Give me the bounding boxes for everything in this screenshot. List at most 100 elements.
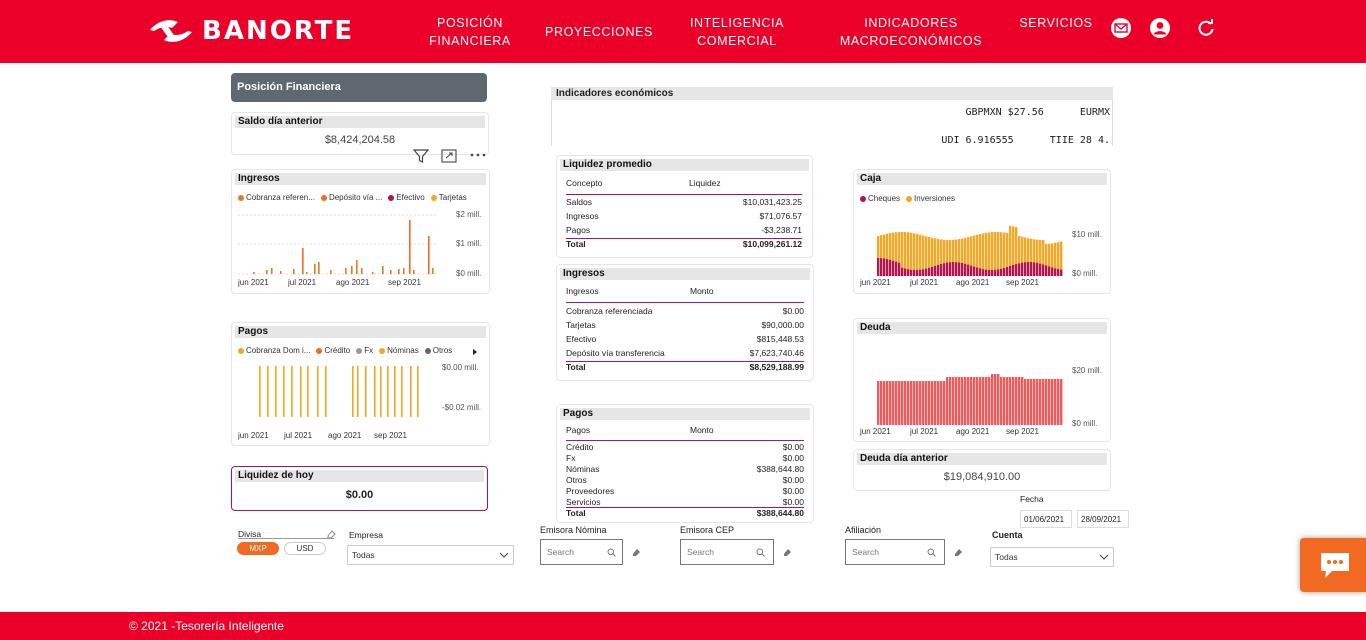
legend-item[interactable]: Inversiones [906,194,955,203]
bar-deuda [886,381,889,425]
bar-inversiones [910,232,913,270]
legend-item[interactable]: Cobranza Dom i... [238,346,310,355]
nav-servicios[interactable]: SERVICIOS [1014,14,1098,32]
deuda-chart-card: Deuda $20 mill. $0 mill. jun 2021 jul 20… [853,318,1111,442]
bar-inversiones [889,233,892,260]
bar-cheques [931,266,934,276]
bar-deuda [904,381,907,425]
bar-deuda [925,381,928,425]
x-tick: jun 2021 [860,278,891,287]
nav-inteligencia-comercial[interactable]: INTELIGENCIA COMERCIAL [682,14,792,50]
emisora-cep-search-input[interactable]: Search [680,539,774,565]
bar-cheques [1012,264,1015,276]
table-cell: Total [566,508,586,518]
legend-item[interactable]: Depósito vía ... [320,193,382,202]
divisa-option-mxp[interactable]: MXP [237,542,279,555]
bar-inversiones [1003,232,1006,268]
eraser-icon[interactable] [953,547,963,557]
top-header: BANORTE POSICIÓN FINANCIERA PROYECCIONES… [0,0,1366,63]
legend-item[interactable]: Cheques [860,194,900,203]
fecha-to-input[interactable]: 28/09/2021 [1077,510,1129,528]
eraser-icon[interactable] [782,547,792,557]
more-options-icon[interactable] [469,152,487,158]
nav-label: SERVICIOS [1019,16,1093,30]
bar-deuda [1015,377,1018,425]
bar-inversiones [958,239,961,263]
bar [398,269,400,274]
legend-item[interactable]: Tarjetas [430,193,467,202]
eraser-icon[interactable] [326,529,336,539]
chat-button[interactable] [1300,538,1366,592]
bar-inversiones [1024,237,1027,263]
bar-deuda [919,381,922,425]
bar [390,270,392,274]
table-cell: $0.00 [782,475,804,485]
nav-proyecciones[interactable]: PROYECCIONES [540,23,658,41]
eraser-icon[interactable] [631,547,641,557]
bar-deuda [937,381,940,425]
nav-indicadores-macroeconomicos[interactable]: INDICADORES MACROECONÓMICOS [836,14,986,50]
y-tick: $1 mill. [456,239,482,248]
saldo-value: $8,424,204.58 [324,134,396,146]
bar [387,366,389,417]
ingresos-table: Ingresos Monto Cobranza referenciada $0.00 T… [566,286,804,378]
bar-deuda [934,381,937,425]
bar-inversiones [1012,226,1015,265]
bar-inversiones [1033,239,1036,263]
banorte-logo[interactable]: BANORTE [148,16,354,46]
legend-item[interactable]: Nóminas [379,346,419,355]
bar-cheques [1000,268,1003,276]
nav-posicion-financiera[interactable]: POSICIÓN FINANCIERA [420,14,520,50]
legend-label: Efectivo [396,193,425,202]
bar-inversiones [997,232,1000,270]
bar-cheques [1051,267,1054,276]
legend-item[interactable]: Fx [356,346,373,355]
pagos-legend: Cobranza Dom i... Crédito Fx Nóminas Otr… [238,346,452,355]
legend-item[interactable]: Cobranza referen... [238,193,315,202]
liquidez-hoy-value: $0.00 [345,489,374,501]
bar-deuda [1018,377,1021,425]
bar-deuda [901,381,904,425]
table-cell: $0.00 [782,497,804,507]
bar-deuda [877,381,880,425]
bar-inversiones [919,234,922,270]
table-cell: Servicios [566,497,601,507]
user-icon[interactable] [1149,17,1171,39]
cuenta-select[interactable]: Todas [990,547,1114,567]
bar-cheques [1006,266,1009,276]
nav-label: POSICIÓN [437,16,503,30]
bar-deuda [907,381,910,425]
bar [253,272,255,274]
x-tick: ago 2021 [956,278,990,287]
afiliacion-search-input[interactable]: Search [845,539,945,565]
emisora-nomina-search-input[interactable]: Search [540,539,623,565]
legend-item[interactable]: Otros [424,346,452,355]
bar-cheques [943,263,946,276]
bar-inversiones [949,239,952,263]
bar-cheques [1060,269,1063,276]
bar [394,366,396,417]
refresh-icon[interactable] [1195,17,1217,39]
bar [293,269,295,274]
bar-cheques [937,264,940,276]
legend-item[interactable]: Efectivo [388,193,425,202]
nav-label: MACROECONÓMICOS [839,34,983,48]
focus-mode-icon[interactable] [441,149,457,163]
fecha-label: Fecha [1020,494,1044,504]
y-tick: $0 mill. [1072,419,1098,428]
mail-icon[interactable] [1110,17,1132,39]
bar-cheques [964,263,967,276]
bar [380,366,382,417]
filter-icon[interactable] [412,148,430,164]
legend-next-arrow-icon[interactable] [472,348,478,356]
divisa-option-usd[interactable]: USD [284,542,326,555]
table-cell: $10,031,423.25 [742,197,802,207]
bar-inversiones [937,239,940,265]
y-tick: -$0.02 mill. [442,403,482,412]
legend-item[interactable]: Crédito [316,346,350,355]
fecha-from-input[interactable]: 01/06/2021 [1020,510,1072,528]
bar-deuda [973,377,976,425]
empresa-select[interactable]: Todas [347,545,514,565]
bar-deuda [889,381,892,425]
table-cell: $0.00 [782,486,804,496]
